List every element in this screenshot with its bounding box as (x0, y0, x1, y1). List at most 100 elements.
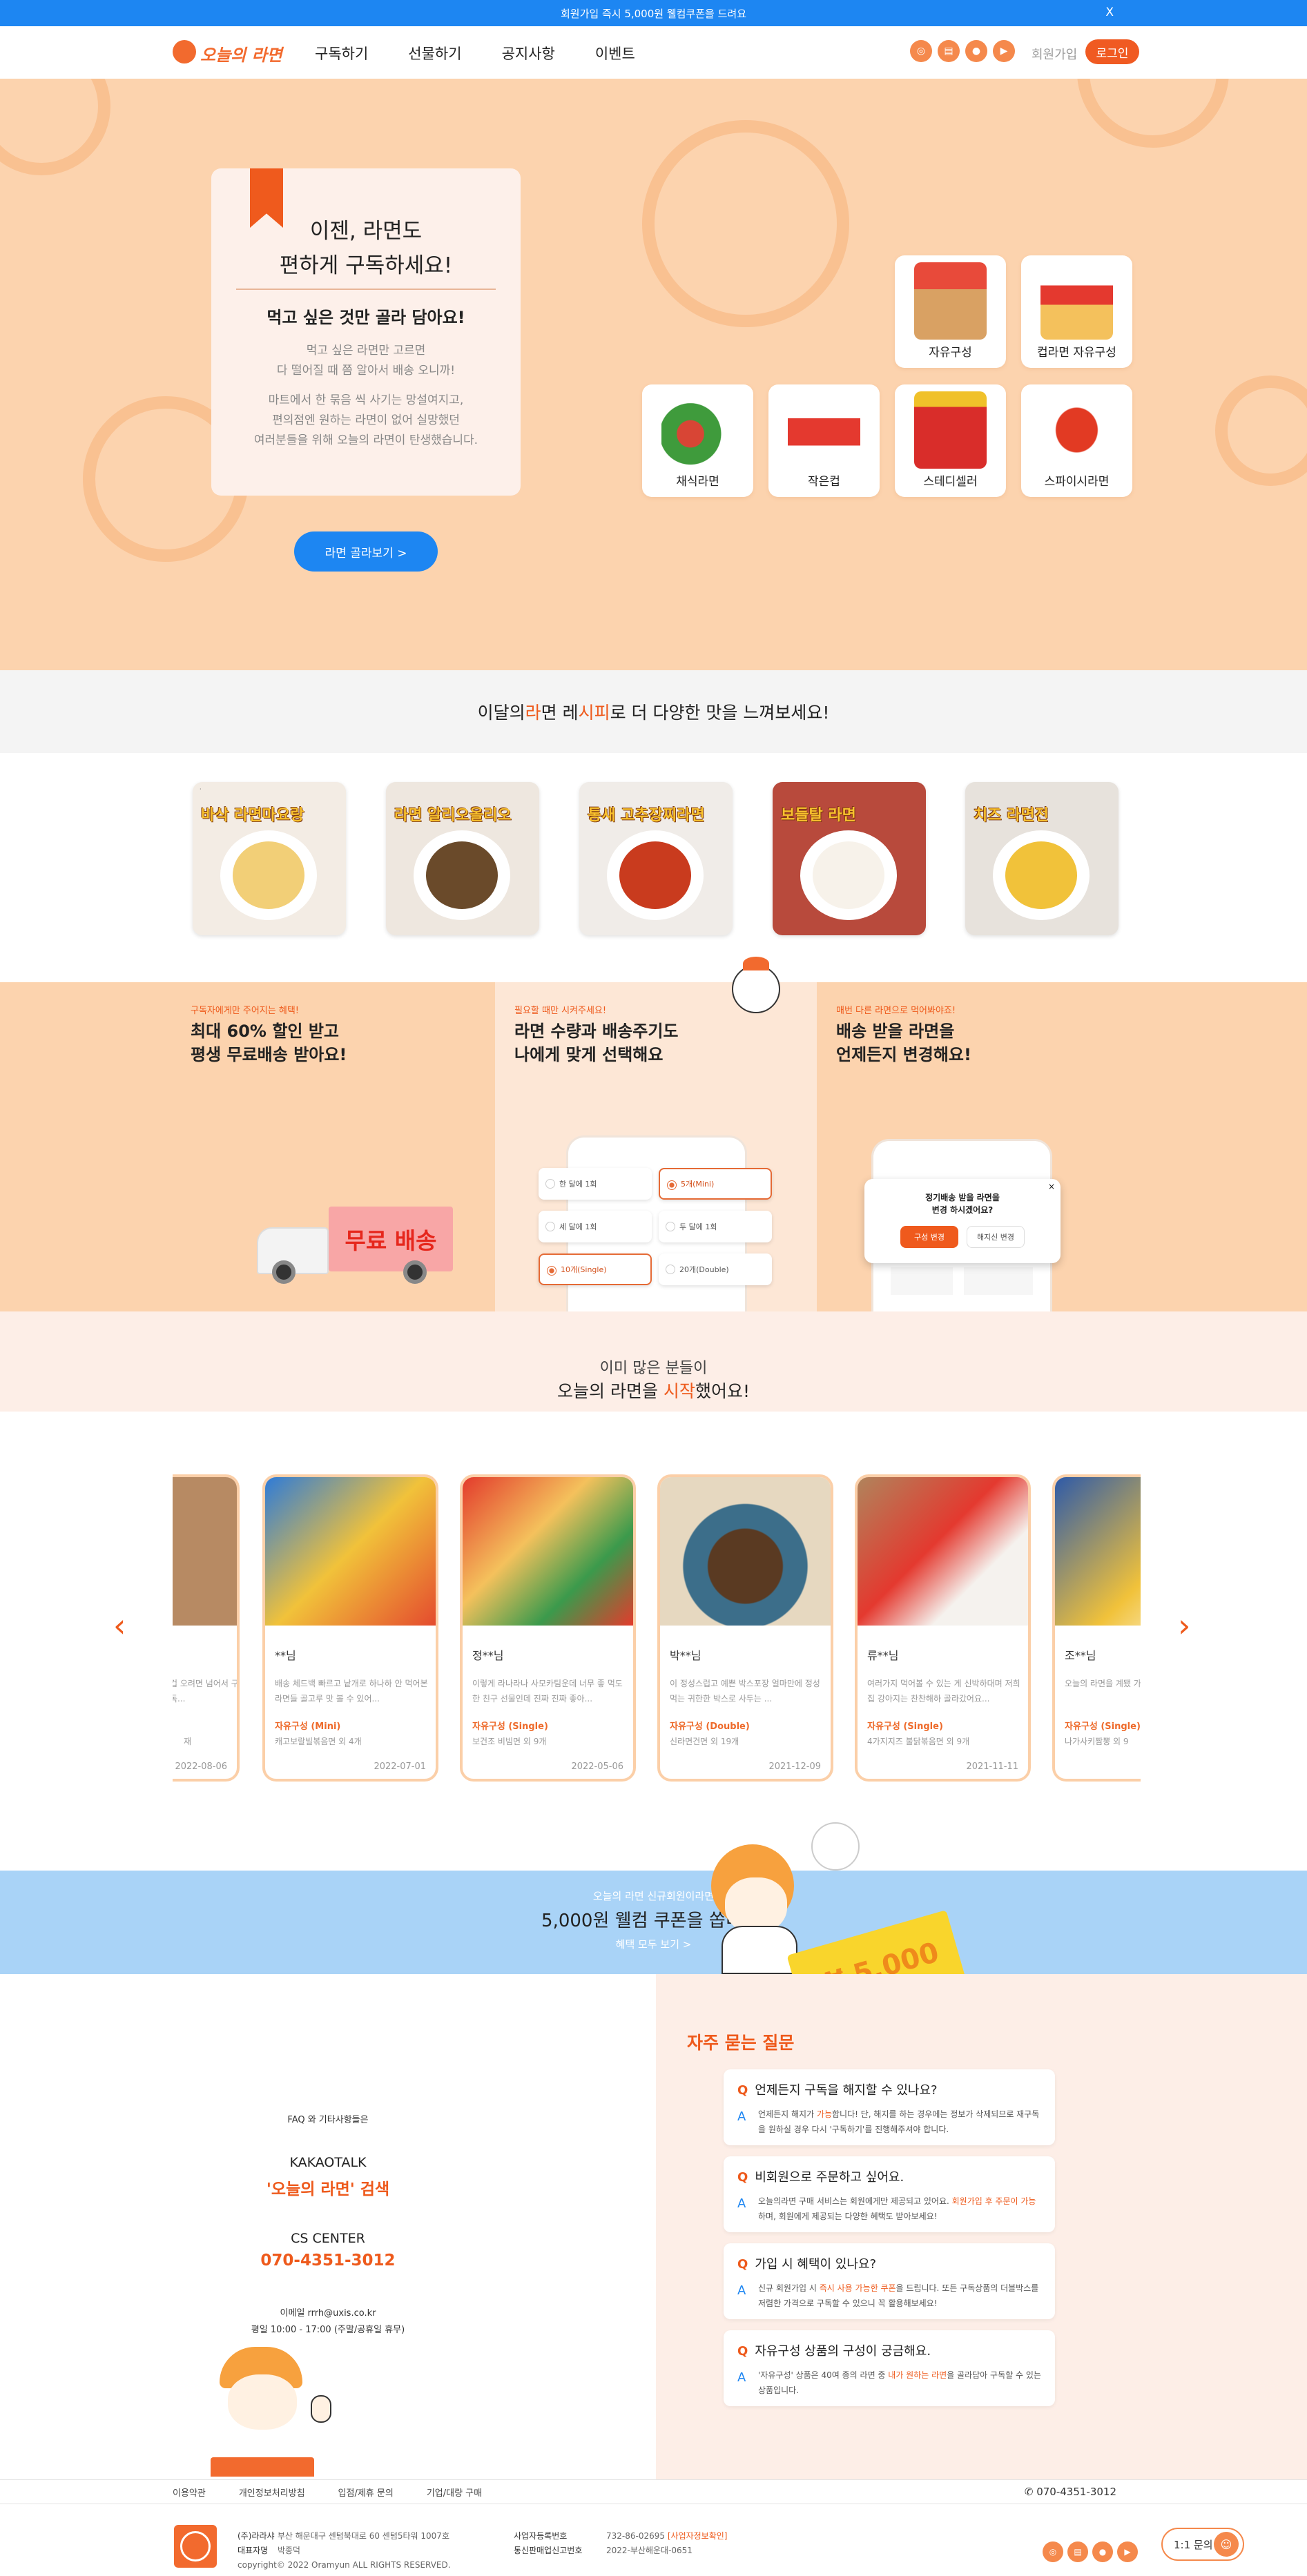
product-free-set[interactable]: 자유구성 (895, 255, 1006, 368)
coupon-line1: 오늘의 라면 신규회원이라면 (592, 1890, 715, 1902)
wheel-icon (272, 1260, 296, 1284)
welcome-coupon-banner[interactable]: 오늘의 라면 신규회원이라면 5,000원 웰컴 쿠폰을 쏩니다! 혜택 모두 … (0, 1871, 1307, 1974)
hero-subtitle: 먹고 싶은 것만 골라 담아요! (267, 308, 465, 327)
food-image (1005, 841, 1077, 909)
site-footer: (주)라라샤 부산 해운대구 센텀북대로 60 센텀5타워 1007호 대표자명… (0, 2504, 1307, 2576)
footer-ceo-key: 대표자명 (238, 2546, 269, 2555)
faq-item[interactable]: Q언제든지 구독을 해지할 수 있나요? 언제든지 해지가 가능합니다! 단, … (724, 2069, 1055, 2145)
kakao-label: KAKAOTALK (289, 2155, 367, 2170)
nav-event[interactable]: 이벤트 (595, 43, 635, 64)
faq-answer: 신규 회원가입 시 즉시 사용 가능한 쿠폰을 드립니다. 또든 구독상품의 더… (737, 2281, 1041, 2311)
nav-notice[interactable]: 공지사항 (502, 43, 555, 64)
feature-big-line1: 라면 수량과 배송주기도 (514, 1022, 679, 1041)
cycle-option[interactable]: 두 달에 1회 (659, 1211, 772, 1242)
mascot-girl-body-icon (722, 1926, 797, 1974)
chat-inquiry-button[interactable]: 1:1 문의 ☺ (1161, 2528, 1244, 2561)
faq-item[interactable]: Q가입 시 혜택이 있나요? 신규 회원가입 시 즉시 사용 가능한 쿠폰을 드… (724, 2243, 1055, 2319)
cycle-option-selected[interactable]: 10개(Single) (539, 1253, 652, 1285)
footer-mail-value: 2022-부산해운대-0651 (606, 2546, 693, 2555)
recipe-card[interactable]: 라면 알리오올리오 (386, 782, 539, 935)
review-card[interactable]: **님 배송 체드백 빠르고 낱개로 하나하 안 먹어본 라면들 골고루 맛 볼… (262, 1474, 438, 1782)
recipe-heading: 이달의 라면 레 시피 로 더 다양한 맛을 느껴보세요! (0, 670, 1307, 753)
review-heading-line1: 이미 많은 분들이 (599, 1360, 708, 1377)
nav-gift[interactable]: 선물하기 (408, 43, 461, 64)
kakao-icon[interactable]: ● (1092, 2541, 1113, 2562)
faq-item[interactable]: Q자유구성 상품의 구성이 궁금해요. '자유구성' 상품은 40여 종의 라면… (724, 2330, 1055, 2406)
review-card[interactable]: 겁 오려면 넘어서 구독... 재 2022-08-06 (173, 1474, 240, 1782)
cycle-option[interactable]: 세 달에 1회 (539, 1211, 652, 1242)
footer-biz-check-link[interactable]: [사업자정보확인] (668, 2531, 728, 2541)
naver-blog-icon[interactable]: ▤ (938, 40, 960, 62)
review-card[interactable]: 정**님 이렇게 라나라나 사모카팀운데 너무 좋 먹도한 친구 선물인데 진짜… (460, 1474, 636, 1782)
cycle-option-selected[interactable]: 5개(Mini) (659, 1168, 772, 1200)
faq-section: 자주 묻는 질문 Q언제든지 구독을 해지할 수 있나요? 언제든지 해지가 가… (656, 1974, 1307, 2479)
footer-phone[interactable]: ✆ 070-4351-3012 (1025, 2486, 1116, 2498)
recipe-title-a: 이달의 (477, 703, 525, 723)
review-product: 자유구성 (Single) (1065, 1721, 1141, 1732)
recipe-card[interactable]: 통새 고추장찌라면 (579, 782, 733, 935)
faq-item[interactable]: Q비회원으로 주문하고 싶어요. 오늘의라면 구매 서비스는 회원에게만 제공되… (724, 2156, 1055, 2232)
recipe-card[interactable]: 치즈 라면전 (965, 782, 1119, 935)
footer-mail-key: 통신판매업신고번호 (514, 2546, 583, 2555)
notice-close-button[interactable]: X (1105, 6, 1114, 19)
product-steady-seller[interactable]: 스테디셀러 (895, 384, 1006, 497)
youtube-icon[interactable]: ▶ (1117, 2541, 1138, 2562)
review-author: 박**님 (670, 1649, 701, 1662)
footer-link-bulk-order[interactable]: 기업/대량 구매 (427, 2486, 482, 2499)
recipe-card[interactable]: 보들탈 라면 (773, 782, 926, 935)
coupon-line2: 5,000원 웰컴 쿠폰을 쏩니다! (541, 1911, 766, 1931)
kakao-search-text: '오늘의 라면' 검색 (266, 2180, 390, 2198)
faq-question-text: 자유구성 상품의 구성이 궁금해요. (755, 2344, 931, 2359)
review-card[interactable]: 류**님 여러가지 먹어볼 수 있는 게 신박하대며 저희집 강아지는 찬찬해하… (855, 1474, 1031, 1782)
carousel-next-arrow-icon[interactable]: › (1178, 1610, 1199, 1641)
instagram-icon[interactable]: ◎ (910, 40, 932, 62)
recipe-card[interactable]: · 바삭 라면마요랑 (193, 782, 346, 935)
review-option: 보건조 비빔면 외 9개 (472, 1737, 547, 1746)
mascot-girl-face-icon (725, 1877, 787, 1933)
carousel-prev-arrow-icon[interactable]: ‹ (113, 1610, 134, 1641)
review-card[interactable]: 조**님 오늘의 라면을 계됐 가동 저녁으로 배가 ... 자유구성 (Sin… (1052, 1474, 1141, 1782)
join-link[interactable]: 회원가입 (1032, 45, 1077, 63)
coupon-benefit-link[interactable]: 혜택 모두 보기 > (0, 1937, 1307, 1951)
review-heading-c: 했어요! (695, 1381, 750, 1401)
feature-big-line2: 나에게 맞게 선택해요 (514, 1045, 664, 1064)
product-vegan[interactable]: 채식라면 (642, 384, 753, 497)
product-spicy[interactable]: 스파이시라면 (1021, 384, 1132, 497)
hero-desc-1b: 다 떨어질 때 쯤 알아서 배송 오니까! (276, 364, 456, 378)
cs-email[interactable]: 이메일 rrrh@uxis.co.kr (0, 2305, 742, 2319)
review-date: 2022-07-01 (374, 1762, 426, 1772)
footer-link-partnership[interactable]: 입점/제휴 문의 (338, 2486, 394, 2499)
review-card[interactable]: 박**님 이 정성스럽고 예쁜 박스포장 얼마만에 정성 먹는 귀한한 박스로 … (657, 1474, 833, 1782)
mascot-face-icon (228, 2374, 297, 2430)
footer-biz-value: 732-86-02695 (606, 2531, 666, 2541)
footer-link-terms[interactable]: 이용약관 (173, 2486, 206, 2499)
kakao-icon[interactable]: ● (965, 40, 987, 62)
popup-confirm-button[interactable]: 구성 변경 (900, 1226, 958, 1248)
footer-link-privacy[interactable]: 개인정보처리방침 (239, 2486, 305, 2499)
choose-ramen-button[interactable]: 라면 골라보기 > (294, 531, 438, 572)
footer-company-info: (주)라라샤 부산 해운대구 센텀북대로 60 센텀5타워 1007호 대표자명… (238, 2529, 451, 2573)
naver-blog-icon[interactable]: ▤ (1067, 2541, 1088, 2562)
cycle-option[interactable]: 20개(Double) (659, 1253, 772, 1285)
site-logo[interactable]: 오늘의 라면 (173, 36, 283, 69)
popup-close-icon[interactable]: × (1048, 1182, 1055, 1191)
review-option: 재 (184, 1737, 192, 1746)
faq-link[interactable]: FAQ 와 기타사항들은 (0, 2112, 742, 2125)
instagram-icon[interactable]: ◎ (1043, 2541, 1063, 2562)
wheel-icon (403, 1260, 427, 1284)
review-product: 자유구성 (Double) (670, 1721, 750, 1732)
product-small-cup[interactable]: 작은컵 (768, 384, 880, 497)
cycle-option[interactable]: 한 달에 1회 (539, 1168, 652, 1200)
product-cup-free-set[interactable]: 컵라면 자유구성 (1021, 255, 1132, 368)
review-author: 류**님 (867, 1649, 899, 1662)
footer-copyright: copyright© 2022 Oramyun ALL RIGHTS RESER… (238, 2560, 451, 2570)
nav-subscribe[interactable]: 구독하기 (315, 43, 368, 64)
cs-phone-number[interactable]: 070-4351-3012 (0, 2252, 742, 2270)
youtube-icon[interactable]: ▶ (993, 40, 1015, 62)
product-label: 채식라면 (676, 475, 719, 489)
popup-cancel-button[interactable]: 해지신 변경 (967, 1226, 1025, 1248)
hero-desc-2: 마트에서 한 묶음 씩 사기는 망설여지고, 편의점엔 원하는 라면이 없어 실… (211, 391, 521, 451)
login-button[interactable]: 로그인 (1085, 39, 1139, 64)
hero-desc-1: 먹고 싶은 라면만 고르면 다 떨어질 때 쯤 알아서 배송 오니까! (211, 341, 521, 381)
hero-desc-1a: 먹고 싶은 라면만 고르면 (306, 344, 426, 358)
